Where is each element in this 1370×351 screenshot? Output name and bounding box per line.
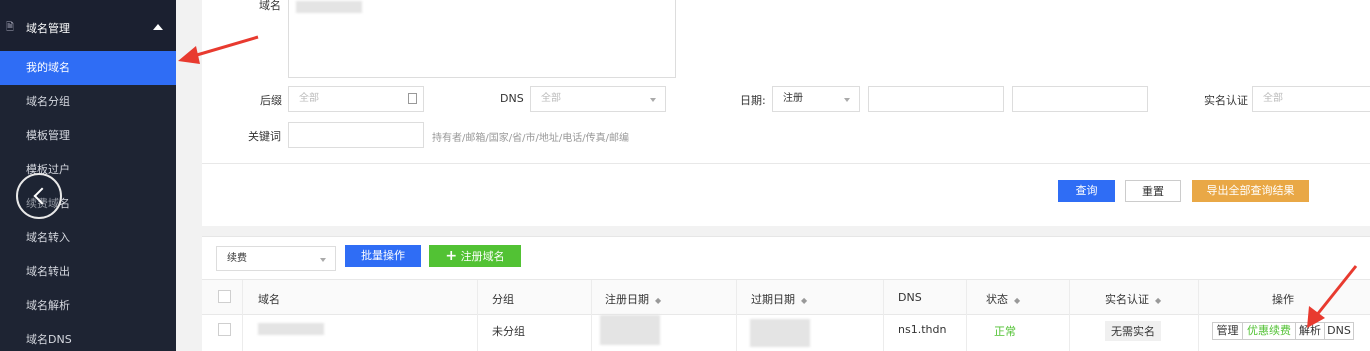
divider <box>736 280 737 316</box>
realname-label: 实名认证 <box>1204 94 1248 107</box>
header-group: 分组 <box>492 293 514 306</box>
table-header: 域名 分组 注册日期 ◆ 过期日期 ◆ DNS 状态 ◆ 实名认证 ◆ 操作 <box>202 279 1370 316</box>
chevron-down-icon <box>320 258 326 262</box>
resolve-button[interactable]: 解析 <box>1295 322 1325 340</box>
app: 🗎 域名管理 我的域名 域名分组 模板管理 模板过户 续费域名 域名转入 域名转… <box>0 0 1370 351</box>
divider <box>477 280 478 316</box>
row-checkbox[interactable] <box>218 323 231 336</box>
date-type-value: 注册 <box>783 93 803 104</box>
keyword-label: 关键词 <box>248 130 281 143</box>
header-exp-date: 过期日期 <box>751 293 795 306</box>
select-all-checkbox[interactable] <box>218 290 231 303</box>
realname-placeholder: 全部 <box>1263 93 1283 104</box>
divider <box>477 315 478 351</box>
discount-renew-button[interactable]: 优惠续费 <box>1242 322 1296 340</box>
chevron-down-icon <box>650 98 656 102</box>
manage-button[interactable]: 管理 <box>1212 322 1243 340</box>
sort-icon[interactable]: ◆ <box>655 296 661 305</box>
header-status-wrap[interactable]: 状态 ◆ <box>986 291 1020 307</box>
suffix-label: 后缀 <box>260 94 282 107</box>
date-end-input[interactable] <box>1012 86 1148 112</box>
sidebar-item-templates[interactable]: 模板管理 <box>0 119 176 153</box>
suffix-placeholder: 全部 <box>299 93 319 104</box>
header-realname: 实名认证 <box>1105 293 1149 306</box>
register-domain-button[interactable]: + 注册域名 <box>429 245 521 267</box>
sidebar-header[interactable]: 🗎 域名管理 <box>0 0 176 51</box>
redacted-exp-date <box>750 319 810 347</box>
sidebar-item-domain-resolve[interactable]: 域名解析 <box>0 289 176 323</box>
header-reg-date-wrap[interactable]: 注册日期 ◆ <box>605 291 661 307</box>
plus-icon: + <box>445 248 458 264</box>
sidebar-item-transfer-out[interactable]: 域名转出 <box>0 255 176 289</box>
row-group: 未分组 <box>492 325 525 338</box>
divider <box>883 280 884 316</box>
header-ops: 操作 <box>1272 293 1294 306</box>
realname-select[interactable]: 全部 <box>1252 86 1370 112</box>
chevron-down-icon <box>844 98 850 102</box>
redacted-reg-date <box>600 315 660 345</box>
row-realname: 无需实名 <box>1105 321 1161 341</box>
query-button[interactable]: 查询 <box>1058 180 1115 202</box>
header-dns: DNS <box>898 291 922 304</box>
export-button[interactable]: 导出全部查询结果 <box>1192 180 1309 202</box>
row-status: 正常 <box>994 325 1016 338</box>
divider <box>591 280 592 316</box>
filter-panel: 域名 后缀 全部 DNS 全部 日期: 注册 实名认证 全部 关键词 持有者/邮… <box>202 0 1370 226</box>
collapse-sidebar-button[interactable] <box>16 173 62 219</box>
calendar-icon <box>408 93 417 104</box>
domain-table: 续费 批量操作 + 注册域名 域名 分组 注册日期 ◆ 过期日期 ◆ DNS 状… <box>202 236 1370 351</box>
batch-button[interactable]: 批量操作 <box>345 245 421 267</box>
date-label: 日期: <box>740 94 766 107</box>
caret-up-icon[interactable] <box>153 24 163 30</box>
redacted-domain <box>296 1 362 13</box>
dns-label: DNS <box>500 92 524 105</box>
sidebar-item-my-domains[interactable]: 我的域名 <box>0 51 176 85</box>
header-reg-date: 注册日期 <box>605 293 649 306</box>
dns-button[interactable]: DNS <box>1324 322 1354 340</box>
document-icon: 🗎 <box>6 22 15 33</box>
dns-select[interactable]: 全部 <box>530 86 666 112</box>
renew-select-value: 续费 <box>227 253 247 264</box>
table-row: 未分组 ns1.thdn 正常 无需实名 管理 优惠续费 解析 DNS <box>202 315 1370 351</box>
dns-placeholder: 全部 <box>541 93 561 104</box>
header-exp-date-wrap[interactable]: 过期日期 ◆ <box>751 291 807 307</box>
divider <box>1198 280 1199 316</box>
header-domain: 域名 <box>258 293 280 306</box>
keyword-hint: 持有者/邮箱/国家/省/市/地址/电话/传真/邮编 <box>432 133 629 144</box>
divider <box>736 315 737 351</box>
sidebar-item-transfer-in[interactable]: 域名转入 <box>0 221 176 255</box>
main-content: 域名 后缀 全部 DNS 全部 日期: 注册 实名认证 全部 关键词 持有者/邮… <box>176 0 1370 351</box>
row-dns: ns1.thdn <box>898 323 947 336</box>
divider <box>591 315 592 351</box>
keyword-input[interactable] <box>288 122 424 148</box>
reset-button[interactable]: 重置 <box>1125 180 1181 202</box>
domain-label: 域名 <box>259 0 281 12</box>
suffix-select[interactable]: 全部 <box>288 86 424 112</box>
sidebar: 🗎 域名管理 我的域名 域名分组 模板管理 模板过户 续费域名 域名转入 域名转… <box>0 0 176 351</box>
header-status: 状态 <box>986 293 1008 306</box>
date-type-select[interactable]: 注册 <box>772 86 860 112</box>
divider <box>202 163 1370 164</box>
divider <box>1069 315 1070 351</box>
header-realname-wrap[interactable]: 实名认证 ◆ <box>1105 291 1161 307</box>
divider <box>883 315 884 351</box>
sidebar-item-domain-dns[interactable]: 域名DNS <box>0 323 176 351</box>
sort-icon[interactable]: ◆ <box>1014 296 1020 305</box>
sort-icon[interactable]: ◆ <box>1155 296 1161 305</box>
sidebar-header-label: 域名管理 <box>26 22 70 35</box>
divider <box>1198 315 1199 351</box>
divider <box>966 315 967 351</box>
renew-select[interactable]: 续费 <box>216 246 336 271</box>
redacted-domain <box>258 323 324 335</box>
divider <box>242 315 243 351</box>
sort-icon[interactable]: ◆ <box>801 296 807 305</box>
date-start-input[interactable] <box>868 86 1004 112</box>
register-domain-label: 注册域名 <box>460 250 505 263</box>
divider <box>966 280 967 316</box>
sidebar-item-domain-groups[interactable]: 域名分组 <box>0 85 176 119</box>
divider <box>1069 280 1070 316</box>
divider <box>242 280 243 316</box>
